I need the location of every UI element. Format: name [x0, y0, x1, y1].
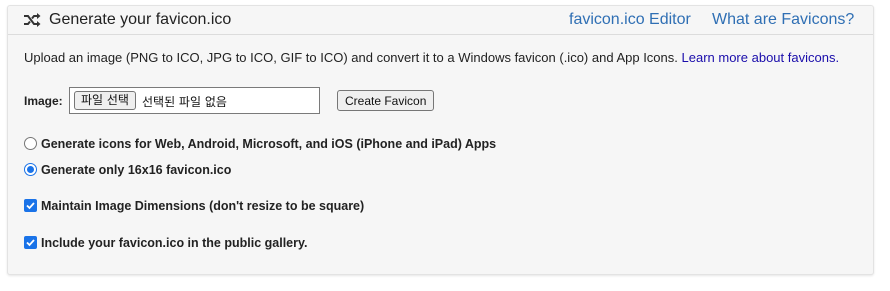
- option-label: Generate icons for Web, Android, Microso…: [41, 137, 497, 151]
- panel-header: Generate your favicon.ico favicon.ico Ed…: [8, 6, 873, 35]
- checkbox-maintain-dimensions[interactable]: [24, 199, 37, 212]
- check-icon: [26, 202, 35, 210]
- image-label: Image:: [24, 94, 63, 108]
- option-label: Include your favicon.ico in the public g…: [41, 236, 308, 250]
- create-favicon-button[interactable]: Create Favicon: [337, 90, 435, 111]
- what-are-favicons-link[interactable]: What are Favicons?: [712, 11, 854, 29]
- file-input[interactable]: 파일 선택 선택된 파일 없음: [69, 87, 320, 114]
- checkbox-public-gallery[interactable]: [24, 236, 37, 249]
- shuffle-icon: [24, 13, 41, 27]
- option-label: Generate only 16x16 favicon.ico: [41, 163, 232, 177]
- option-label: Maintain Image Dimensions (don't resize …: [41, 199, 365, 213]
- favicon-generator-panel: Generate your favicon.ico favicon.ico Ed…: [7, 5, 874, 275]
- learn-more-link[interactable]: Learn more about favicons.: [682, 50, 840, 65]
- check-icon: [26, 239, 35, 247]
- image-upload-row: Image: 파일 선택 선택된 파일 없음 Create Favicon: [24, 87, 444, 115]
- description-text: Upload an image (PNG to ICO, JPG to ICO,…: [24, 50, 678, 65]
- page-title: Generate your favicon.ico: [49, 11, 232, 28]
- favicon-editor-link[interactable]: favicon.ico Editor: [569, 11, 691, 29]
- radio-all-platforms[interactable]: [24, 137, 37, 150]
- description: Upload an image (PNG to ICO, JPG to ICO,…: [24, 50, 839, 65]
- choose-file-button[interactable]: 파일 선택: [74, 91, 136, 110]
- radio-16x16-only[interactable]: [24, 163, 37, 176]
- file-status: 선택된 파일 없음: [142, 95, 227, 109]
